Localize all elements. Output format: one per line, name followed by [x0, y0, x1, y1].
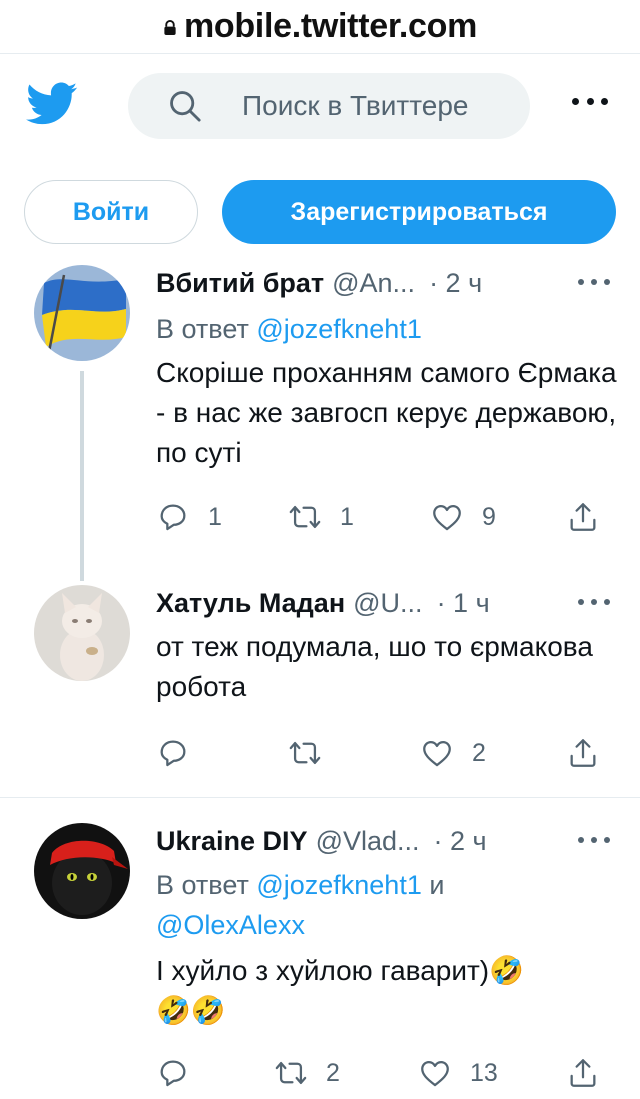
more-menu-icon[interactable]	[572, 98, 608, 112]
more-icon[interactable]	[578, 599, 610, 607]
display-name[interactable]: Хатуль Мадан	[156, 588, 345, 619]
thread-line	[80, 371, 84, 581]
rofl-emoji: 🤣	[156, 995, 191, 1026]
reply-to: В ответ @jozefkneht1 и @OlexAlexx	[156, 865, 620, 945]
avatar[interactable]	[34, 585, 130, 681]
like-count: 9	[482, 502, 496, 531]
mention-link[interactable]: @OlexAlexx	[156, 910, 305, 940]
like-count: 2	[472, 738, 486, 767]
avatar[interactable]	[34, 265, 130, 361]
more-icon[interactable]	[578, 837, 610, 845]
retweet-icon	[289, 505, 321, 529]
retweet-count: 1	[340, 502, 354, 531]
like-button[interactable]: 9	[430, 497, 496, 537]
like-count: 13	[470, 1058, 498, 1087]
retweet-button[interactable]: 2	[274, 1053, 340, 1093]
search-placeholder: Поиск в Твиттере	[242, 90, 469, 121]
ukraine-flag-avatar-icon	[34, 265, 130, 361]
timestamp[interactable]: · 2 ч	[434, 826, 487, 857]
heart-icon	[423, 740, 451, 767]
signup-button[interactable]: Зарегистрироваться	[222, 180, 616, 244]
username[interactable]: @Vlad...	[316, 826, 420, 857]
display-name[interactable]: Ukraine DIY	[156, 826, 308, 857]
mention-link[interactable]: @jozefkneht1	[256, 314, 422, 344]
url-text: mobile.twitter.com	[183, 7, 478, 45]
login-button[interactable]: Войти	[24, 180, 198, 244]
retweet-icon	[275, 1061, 307, 1085]
share-button[interactable]	[566, 1053, 600, 1093]
retweet-icon	[289, 741, 321, 765]
reply-icon	[160, 740, 186, 767]
share-button[interactable]	[566, 733, 600, 773]
reply-prefix: В ответ	[156, 870, 257, 900]
avatar[interactable]	[34, 823, 130, 919]
like-button[interactable]: 2	[420, 733, 486, 773]
share-button[interactable]	[566, 497, 600, 537]
heart-icon	[421, 1060, 449, 1087]
reply-count: 1	[208, 502, 222, 531]
cat-figurine-avatar-icon	[34, 585, 130, 681]
reply-to: В ответ @jozefkneht1	[156, 309, 620, 349]
divider	[0, 797, 640, 798]
reply-button[interactable]	[156, 1053, 208, 1093]
heart-icon	[433, 504, 461, 531]
reply-button[interactable]	[156, 733, 208, 773]
tweet-text: І хуйло з хуйлою гаварит)🤣 🤣🤣	[156, 951, 618, 1031]
timestamp[interactable]: · 2 ч	[429, 268, 482, 299]
display-name[interactable]: Вбитий брат	[156, 268, 324, 299]
tweet-header: Ukraine DIY @Vlad... · 2 ч	[156, 823, 618, 859]
twitter-bird-icon[interactable]	[26, 82, 78, 126]
tweet-actions: 1 1 9	[156, 497, 606, 537]
tweet-text-body: І хуйло з хуйлою гаварит)	[156, 955, 490, 986]
tweet-3[interactable]: Ukraine DIY @Vlad... · 2 ч В ответ @joze…	[0, 823, 640, 1099]
reply-joiner: и	[421, 870, 445, 900]
rofl-emoji: 🤣	[190, 995, 226, 1026]
black-cat-bandana-avatar-icon	[34, 823, 130, 919]
retweet-count: 2	[326, 1058, 340, 1087]
tweet-header: Хатуль Мадан @U... · 1 ч	[156, 585, 618, 621]
tweet-1[interactable]: Вбитий брат @An... · 2 ч В ответ @jozefk…	[0, 265, 640, 581]
timestamp[interactable]: · 1 ч	[437, 588, 490, 619]
tweet-actions: 2	[156, 733, 606, 773]
mention-link[interactable]: @jozefkneht1	[256, 870, 422, 900]
share-icon	[570, 1059, 596, 1087]
username[interactable]: @An...	[332, 268, 415, 299]
tweet-2[interactable]: Хатуль Мадан @U... · 1 ч от теж подумала…	[0, 585, 640, 785]
retweet-button[interactable]	[288, 733, 340, 773]
reply-button[interactable]: 1	[156, 497, 222, 537]
browser-url-bar[interactable]: mobile.twitter.com	[0, 0, 640, 54]
username[interactable]: @U...	[353, 588, 422, 619]
share-icon	[570, 739, 596, 767]
reply-prefix: В ответ	[156, 314, 257, 344]
tweet-actions: 2 13	[156, 1053, 606, 1093]
tweet-text: от теж подумала, шо то єрмакова робота	[156, 631, 593, 702]
tweet-header: Вбитий брат @An... · 2 ч	[156, 265, 618, 301]
more-icon[interactable]	[578, 279, 610, 287]
share-icon	[570, 503, 596, 531]
retweet-button[interactable]: 1	[288, 497, 354, 537]
lock-icon	[164, 20, 176, 35]
search-input[interactable]: Поиск в Твиттере	[128, 73, 530, 139]
like-button[interactable]: 13	[418, 1053, 498, 1093]
reply-icon	[160, 504, 186, 531]
rofl-emoji: 🤣	[489, 955, 525, 986]
reply-icon	[160, 1060, 186, 1087]
tweet-text: Скоріше проханням самого Єрмака - в нас …	[156, 357, 617, 468]
search-icon	[170, 91, 201, 122]
